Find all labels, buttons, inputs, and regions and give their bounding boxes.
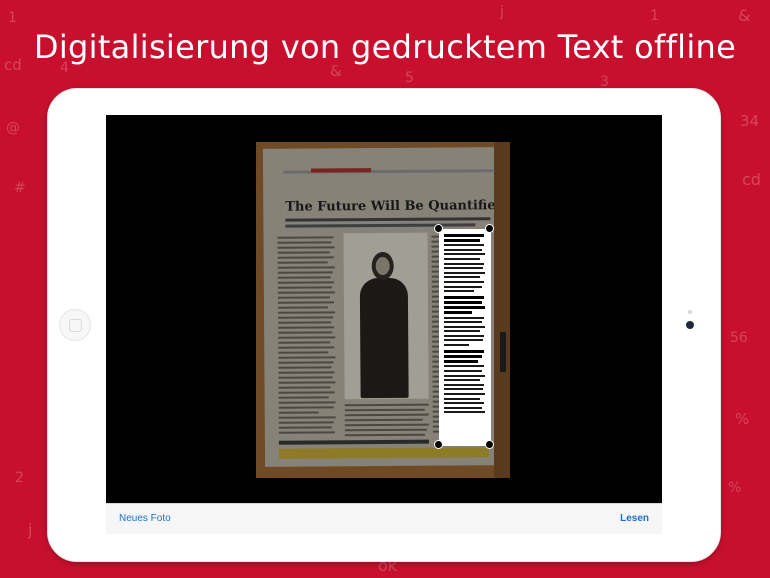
- text-selection-region[interactable]: [439, 229, 491, 446]
- bg-glyph: j: [500, 4, 504, 20]
- page-edge-mark: [500, 332, 506, 372]
- read-button[interactable]: Lesen: [620, 513, 649, 524]
- bg-glyph: 34: [740, 112, 760, 130]
- home-button: [59, 309, 91, 341]
- bottom-toolbar: Neues Foto Lesen: [106, 503, 662, 534]
- promo-headline: Digitalisierung von gedrucktem Text offl…: [33, 28, 737, 66]
- ambient-sensor: [688, 310, 692, 314]
- selected-text-lines: [440, 230, 490, 414]
- selection-handle-bottom-left[interactable]: [434, 440, 443, 449]
- bg-glyph: j: [28, 520, 33, 539]
- bg-glyph: 1: [650, 8, 659, 24]
- page-edge: [494, 142, 510, 478]
- bg-glyph: cd: [742, 170, 761, 189]
- selection-handle-top-left[interactable]: [434, 224, 443, 233]
- bg-glyph: #: [14, 180, 26, 196]
- bg-glyph: %: [728, 480, 742, 496]
- bg-glyph: 1: [8, 10, 17, 26]
- bg-glyph: 2: [15, 470, 24, 486]
- selection-handle-bottom-right[interactable]: [485, 440, 494, 449]
- bg-glyph: %: [735, 410, 750, 428]
- bg-glyph: &: [738, 6, 751, 25]
- new-photo-button[interactable]: Neues Foto: [119, 513, 171, 524]
- selection-handle-top-right[interactable]: [485, 224, 494, 233]
- bg-glyph: 5: [405, 70, 414, 86]
- app-screen: The Future Will Be Quantified Neues Foto…: [106, 115, 662, 534]
- bg-glyph: @: [6, 120, 20, 136]
- front-camera-icon: [686, 321, 694, 329]
- bg-glyph: 56: [730, 330, 748, 346]
